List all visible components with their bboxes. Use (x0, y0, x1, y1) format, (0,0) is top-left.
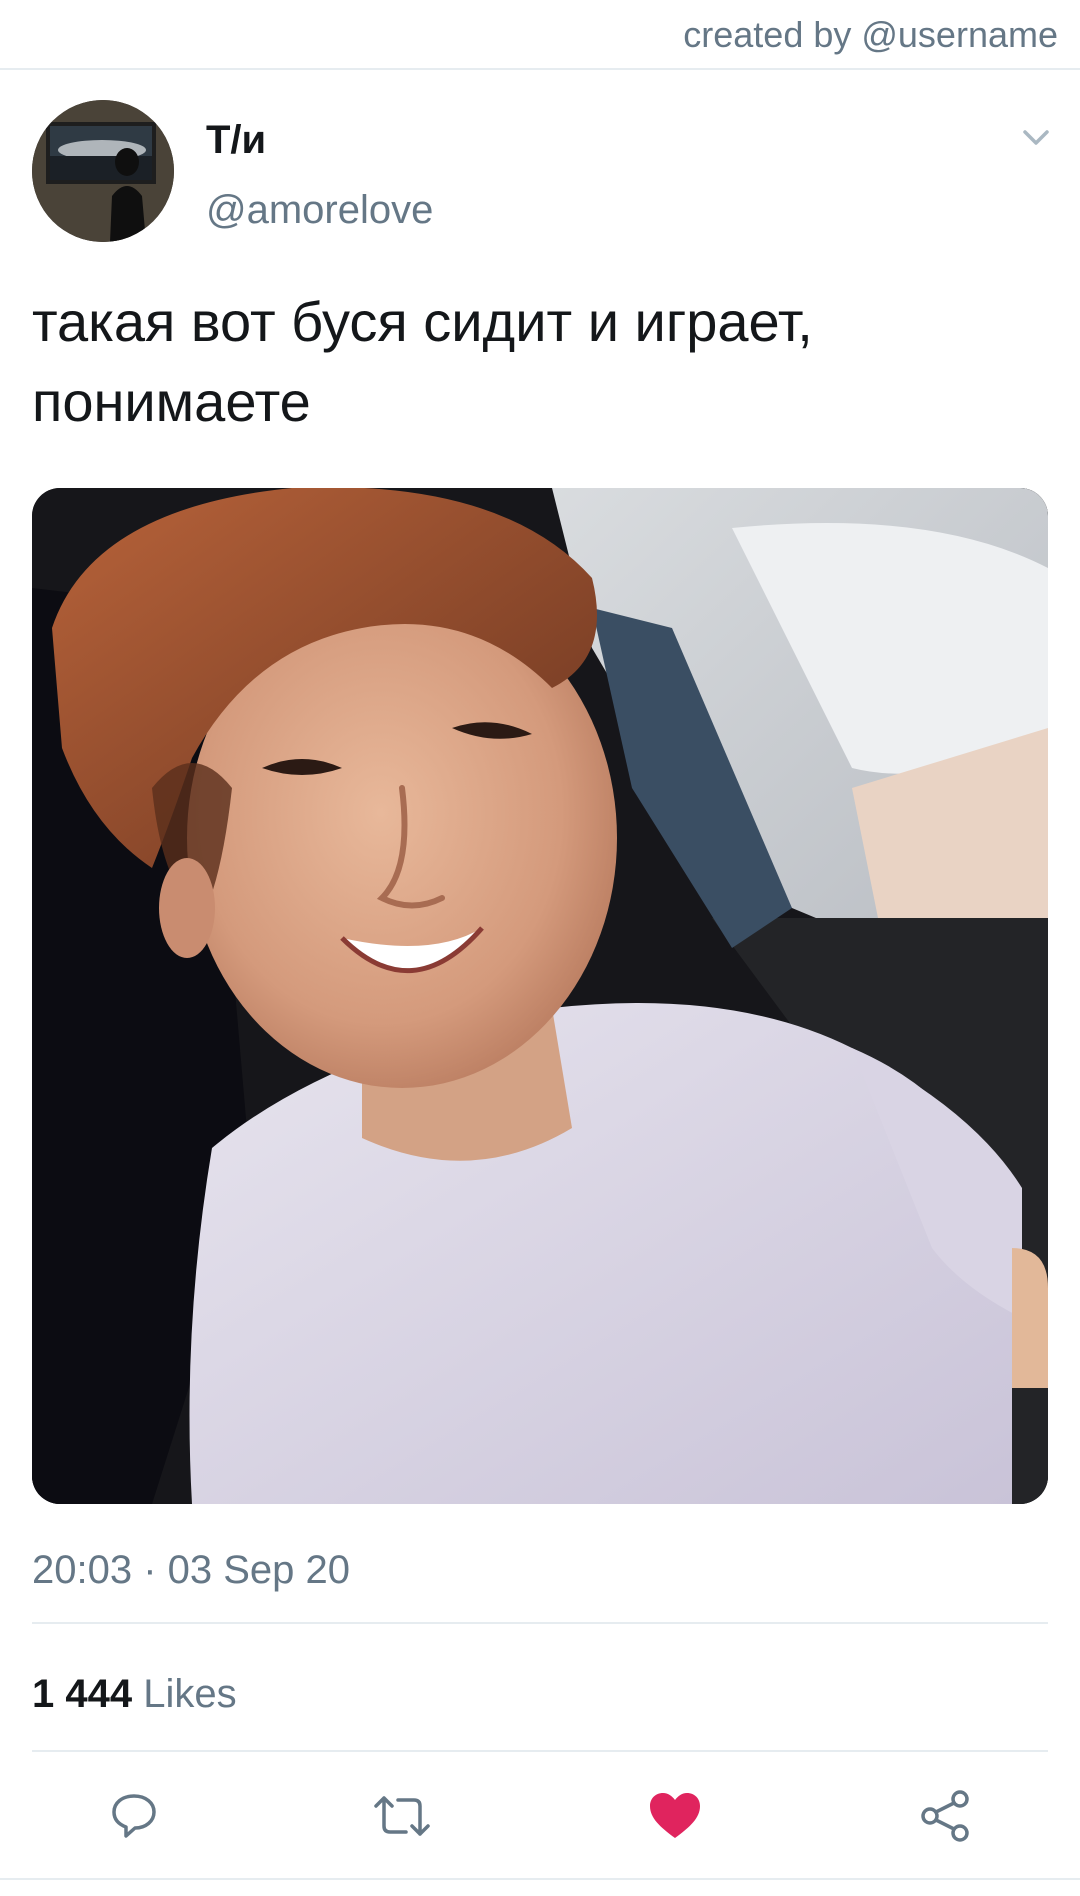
divider (32, 1750, 1048, 1752)
likes-label: Likes (143, 1672, 237, 1716)
photo-image (32, 488, 1048, 1504)
created-by-label: created by @username (683, 14, 1058, 55)
chevron-down-icon[interactable] (1016, 118, 1056, 158)
tweet-timestamp[interactable]: 20:03 · 03 Sep 20 (32, 1548, 350, 1593)
avatar-image (32, 100, 174, 242)
display-name[interactable]: Т/и (206, 118, 266, 163)
reply-button[interactable] (104, 1786, 164, 1846)
heart-icon (650, 1793, 700, 1838)
likes-summary[interactable]: 1 444 Likes (32, 1672, 237, 1717)
share-button[interactable] (915, 1786, 975, 1846)
tweet-text: такая вот буся сидит и играет, понимаете (32, 290, 813, 433)
likes-count: 1 444 (32, 1672, 133, 1716)
tweet-photo[interactable] (32, 488, 1048, 1504)
like-button[interactable] (645, 1786, 705, 1846)
retweet-arrows-icon (374, 1796, 430, 1836)
top-bar: created by @username (0, 0, 1080, 70)
share-nodes-icon (921, 1790, 969, 1842)
avatar[interactable] (32, 100, 174, 242)
divider (32, 1622, 1048, 1624)
user-handle[interactable]: @amorelove (206, 188, 433, 233)
bottom-divider (0, 1878, 1080, 1880)
reply-bubble-icon (112, 1794, 156, 1838)
retweet-button[interactable] (372, 1786, 432, 1846)
